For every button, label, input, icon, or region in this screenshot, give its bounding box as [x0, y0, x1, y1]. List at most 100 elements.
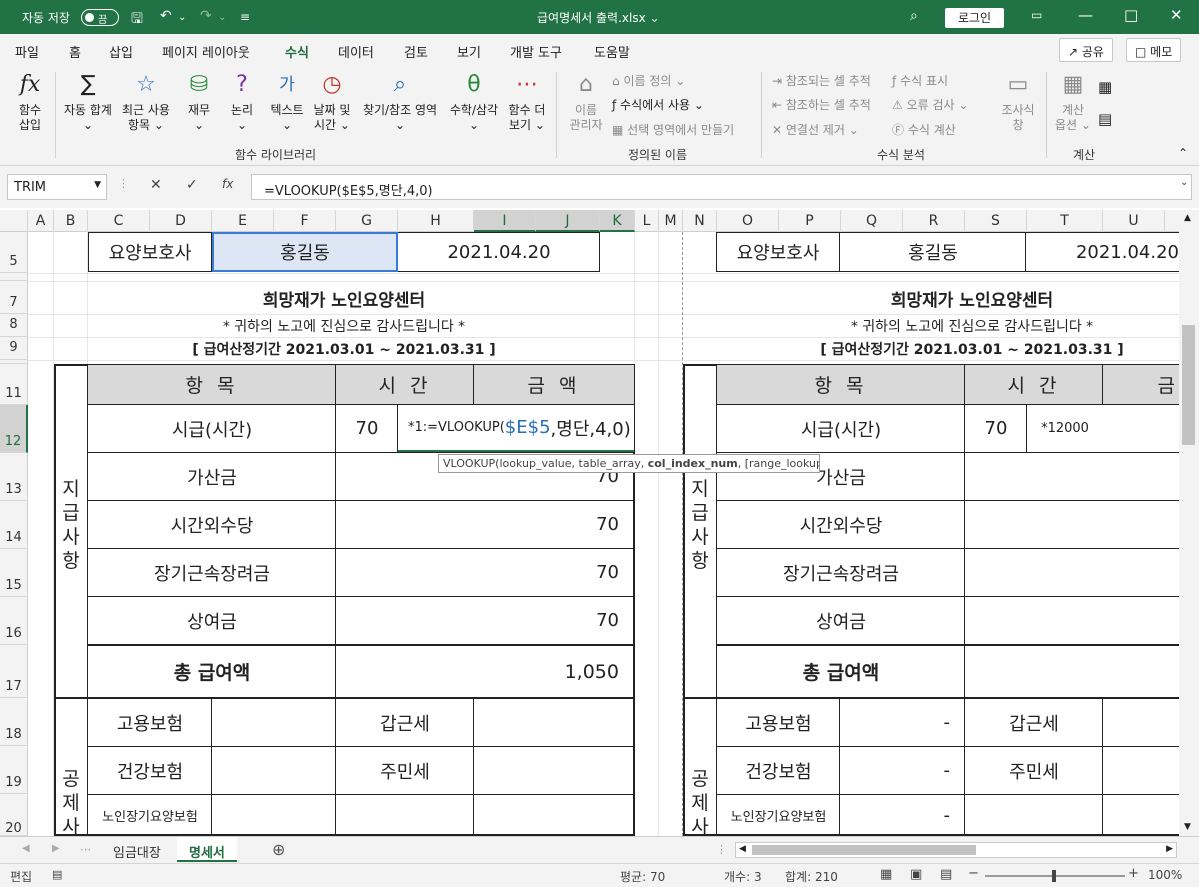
header-item[interactable]: 항 목	[88, 365, 336, 404]
row-header-selected[interactable]: 12	[0, 405, 28, 453]
search-icon[interactable]: ⌕	[910, 8, 918, 24]
scroll-thumb[interactable]	[1182, 325, 1195, 445]
column-header[interactable]: G	[336, 210, 398, 232]
remove-arrows-button[interactable]: ✕ 연결선 제거 ⌄	[772, 121, 859, 138]
item-label-right[interactable]: 상여금	[717, 597, 965, 644]
employment-insurance-value[interactable]: -	[840, 699, 965, 746]
redo-dropdown-icon[interactable]: ⌄	[218, 12, 226, 23]
hourly-amount-right[interactable]: *12000	[1027, 405, 1103, 452]
row-header[interactable]: 19	[0, 746, 28, 794]
insert-function-icon[interactable]: fx	[222, 177, 233, 191]
column-header[interactable]: S	[965, 210, 1027, 232]
prev-sheet-icon[interactable]: ◀	[22, 843, 30, 854]
tab-home[interactable]: 홈	[69, 42, 81, 61]
calculate-now-icon[interactable]: ▦	[1098, 78, 1112, 96]
zoom-level[interactable]: 100%	[1148, 868, 1182, 882]
column-header[interactable]: F	[274, 210, 336, 232]
pay-period[interactable]: [ 급여산정기간 2021.03.01 ~ 2021.03.31 ]	[88, 338, 600, 360]
scroll-right-icon[interactable]: ▶	[1166, 844, 1173, 854]
total-pay-label[interactable]: 총 급여액	[88, 646, 336, 697]
customize-qat-icon[interactable]: ≡	[240, 10, 250, 24]
column-header[interactable]: R	[903, 210, 965, 232]
employment-insurance-label[interactable]: 고용보험	[88, 699, 212, 746]
hscroll-thumb[interactable]	[752, 845, 976, 855]
item-amount[interactable]: 70	[474, 501, 634, 548]
watch-window-button[interactable]: ▭ 조사식 창	[996, 70, 1040, 133]
tab-data[interactable]: 데이터	[338, 42, 374, 61]
drag-handle-icon[interactable]: ⋮	[118, 177, 129, 190]
login-button[interactable]: 로그인	[945, 8, 1004, 28]
recently-used-button[interactable]: ☆ 최근 사용 항목 ⌄	[118, 70, 174, 133]
autosum-button[interactable]: ∑ 자동 합계 ⌄	[60, 70, 116, 133]
normal-view-icon[interactable]: ▦	[880, 867, 892, 882]
row-header[interactable]: 7	[0, 281, 28, 314]
tab-developer[interactable]: 개발 도구	[510, 42, 562, 61]
job-title-right[interactable]: 요양보호사	[716, 232, 840, 272]
column-header-selected[interactable]: J	[536, 210, 600, 232]
header-amount[interactable]: 금 액	[474, 365, 634, 404]
more-functions-button[interactable]: ⋯ 함수 더 보기 ⌄	[504, 70, 550, 133]
column-header[interactable]: B	[54, 210, 88, 232]
ltc-insurance-label-right[interactable]: 노인장기요양보험	[717, 795, 840, 836]
next-sheet-icon[interactable]: ▶	[52, 843, 60, 854]
enter-icon[interactable]: ✓	[186, 177, 198, 193]
header-amount-right[interactable]: 금	[1103, 365, 1179, 404]
ribbon-display-icon[interactable]: ▭	[1031, 8, 1042, 22]
column-header[interactable]: T	[1027, 210, 1103, 232]
use-in-formula-button[interactable]: ƒ 수식에서 사용 ⌄	[612, 96, 704, 113]
sheet-tab-active[interactable]: 명세서	[177, 837, 237, 862]
item-label[interactable]: 장기근속장려금	[88, 549, 336, 596]
center-title-right[interactable]: 희망재가 노인요양센터	[716, 282, 1179, 314]
collapse-ribbon-icon[interactable]: ⌃	[1178, 146, 1188, 160]
item-label-right[interactable]: 장기근속장려금	[717, 549, 965, 596]
scroll-up-icon[interactable]: ▲	[1184, 213, 1191, 223]
income-tax-label-right[interactable]: 갑근세	[965, 699, 1103, 746]
tab-help[interactable]: 도움말	[594, 42, 630, 61]
column-header[interactable]: L	[635, 210, 659, 232]
pay-date-right[interactable]: 2021.04.20	[1026, 232, 1179, 272]
trace-precedents-button[interactable]: ⇥ 참조되는 셀 추적	[772, 72, 871, 89]
income-tax-label[interactable]: 갑근세	[336, 699, 474, 746]
row-header[interactable]: 5	[0, 232, 28, 273]
zoom-out-icon[interactable]: −	[968, 866, 979, 881]
horizontal-scrollbar[interactable]: ◀ ▶	[735, 842, 1177, 858]
job-title[interactable]: 요양보호사	[88, 232, 212, 272]
maximize-icon[interactable]: □	[1124, 6, 1138, 24]
row-header[interactable]	[0, 273, 28, 281]
calculate-sheet-icon[interactable]: ▤	[1098, 110, 1112, 128]
employee-name-cell[interactable]: 홍길동	[212, 232, 398, 272]
text-button[interactable]: 가 텍스트 ⌄	[266, 70, 308, 133]
trace-dependents-button[interactable]: ⇤ 참조하는 셀 추적	[772, 96, 871, 113]
expand-formula-icon[interactable]: ⌄	[1180, 177, 1188, 188]
zoom-slider-thumb[interactable]	[1052, 870, 1056, 882]
column-header-selected[interactable]: K	[600, 210, 635, 232]
math-trig-button[interactable]: θ 수학/삼각 ⌄	[445, 70, 503, 133]
date-time-button[interactable]: ◷ 날짜 및 시간 ⌄	[309, 70, 355, 133]
deductions-vertical-label[interactable]: 공제사	[58, 767, 84, 836]
item-label-right[interactable]: 시간외수당	[717, 501, 965, 548]
item-amount[interactable]: 70	[474, 597, 634, 644]
tab-file[interactable]: 파일	[15, 42, 39, 61]
scroll-down-icon[interactable]: ▼	[1184, 822, 1191, 832]
resident-tax-label[interactable]: 주민세	[336, 747, 474, 794]
employee-name-right[interactable]: 홍길동	[840, 232, 1026, 272]
health-insurance-label[interactable]: 건강보험	[88, 747, 212, 794]
health-insurance-label-right[interactable]: 건강보험	[717, 747, 840, 794]
logical-button[interactable]: ? 논리 ⌄	[223, 70, 261, 133]
formula-input[interactable]: =VLOOKUP($E$5,명단,4,0)	[251, 174, 1192, 200]
item-label[interactable]: 시간외수당	[88, 501, 336, 548]
pay-date[interactable]: 2021.04.20	[398, 232, 600, 272]
column-header[interactable]: M	[659, 210, 683, 232]
center-title[interactable]: 희망재가 노인요양센터	[88, 282, 600, 314]
column-header[interactable]: A	[28, 210, 54, 232]
column-header[interactable]: H	[398, 210, 474, 232]
scroll-left-icon[interactable]: ◀	[739, 844, 746, 854]
zoom-in-icon[interactable]: +	[1128, 866, 1139, 881]
status-sum[interactable]: 합계: 210	[785, 868, 838, 885]
pay-items-vertical-label-right[interactable]: 지급사항	[687, 477, 713, 573]
column-header[interactable]: Q	[841, 210, 903, 232]
macro-record-icon[interactable]: ▤	[52, 868, 62, 881]
item-label[interactable]: 상여금	[88, 597, 336, 644]
header-item-right[interactable]: 항 목	[717, 365, 965, 404]
error-checking-button[interactable]: ⚠ 오류 검사 ⌄	[892, 96, 968, 113]
